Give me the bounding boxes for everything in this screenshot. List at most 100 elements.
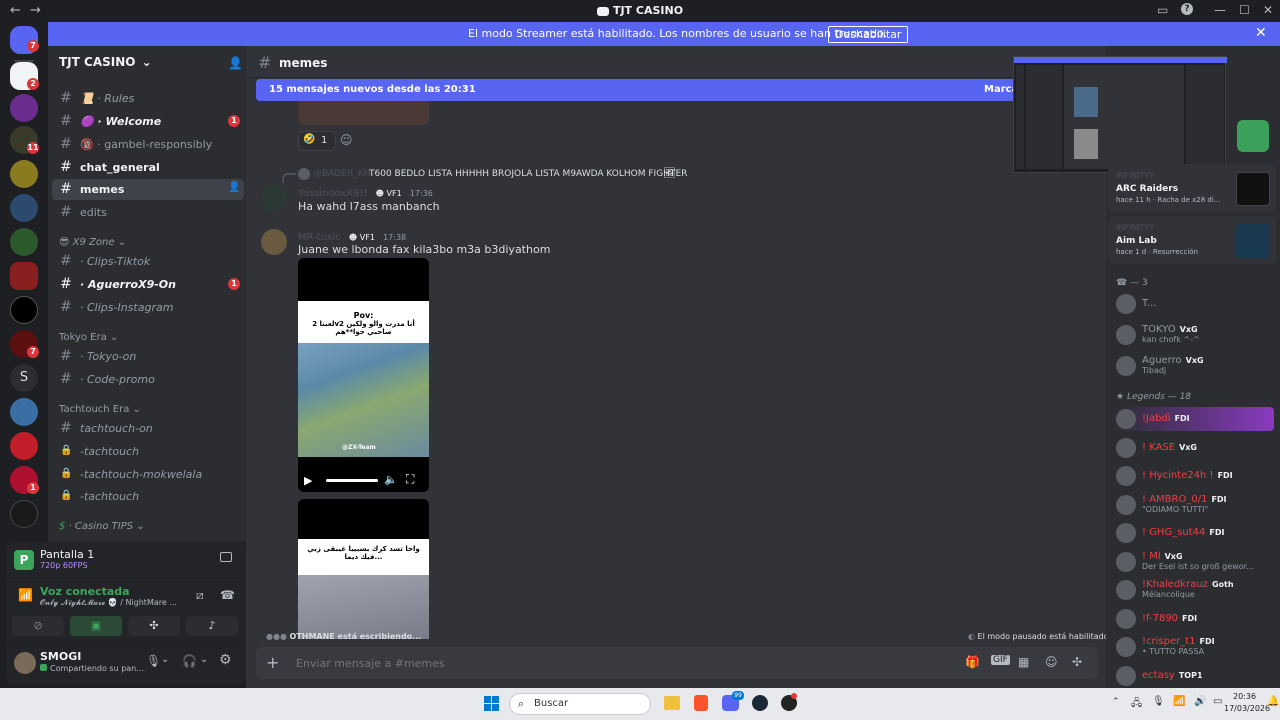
- stop-stream-icon[interactable]: [220, 552, 232, 562]
- soundboard-button[interactable]: ♪: [186, 616, 238, 636]
- channel-memes[interactable]: # memes 👤: [52, 179, 244, 200]
- chevron-down-icon[interactable]: ⌄: [200, 654, 208, 665]
- channel-tachtouch-mokwelala[interactable]: 🔒 -tachtouch-mokwelala: [52, 464, 244, 485]
- chevron-down-icon[interactable]: ⌄: [161, 654, 169, 665]
- server-icon[interactable]: [10, 398, 38, 426]
- channel-rules[interactable]: # 📜 · Rules: [52, 88, 244, 109]
- maximize-icon[interactable]: ☐: [1239, 3, 1250, 17]
- clock-date[interactable]: 17/03/2026: [1224, 704, 1270, 713]
- server-name-header[interactable]: TJT CASINO ⌄: [59, 55, 152, 69]
- clock-time[interactable]: 20:36: [1233, 692, 1256, 701]
- noise-suppression-icon[interactable]: ⧄: [196, 588, 204, 603]
- minimize-icon[interactable]: —: [1214, 3, 1226, 17]
- channel-edits[interactable]: # edits: [52, 202, 244, 223]
- member-row[interactable]: !f-7890 FDI: [1112, 607, 1274, 631]
- volume-icon[interactable]: 🔈: [384, 473, 398, 486]
- headphones-icon[interactable]: 🎧: [182, 654, 197, 668]
- server-icon[interactable]: [10, 94, 38, 122]
- message-author[interactable]: MR-toxic: [298, 232, 341, 243]
- wifi-icon[interactable]: 📶: [1173, 696, 1185, 707]
- microphone-icon[interactable]: 🎙: [146, 654, 161, 668]
- attach-plus-icon[interactable]: +: [266, 653, 279, 672]
- inbox-icon[interactable]: ▭: [1157, 3, 1168, 17]
- channel-welcome[interactable]: # 🟣 · Welcome 1: [52, 111, 244, 132]
- fullscreen-icon[interactable]: ⛶: [406, 472, 414, 487]
- activities-button[interactable]: ✣: [128, 616, 180, 636]
- category-tachtouch-era[interactable]: Tachtouch Era ⌄: [59, 404, 141, 415]
- channel-chat-general[interactable]: # chat_general: [52, 157, 244, 178]
- add-reaction-icon[interactable]: ☺: [340, 133, 353, 147]
- server-s-icon[interactable]: S: [10, 364, 38, 392]
- channel-aguerrox9-on[interactable]: # · AguerroX9-On 1: [52, 274, 244, 295]
- channel-code-promo[interactable]: # · Code-promo: [52, 369, 244, 390]
- screen-share-button[interactable]: ▣: [70, 616, 122, 636]
- server-icon[interactable]: [10, 432, 38, 460]
- banner-close-icon[interactable]: ✕: [1255, 25, 1267, 41]
- member-row[interactable]: !crisper_t1 FDI • TUTTO PASSA: [1112, 635, 1274, 659]
- video-attachment[interactable]: واخا تسد كرك بسبيبا غيبقى زبي فيك ديما..…: [298, 499, 429, 639]
- settings-gear-icon[interactable]: ⚙: [219, 652, 232, 668]
- member-row[interactable]: !Khaledkrauz Goth Mélancolique: [1112, 578, 1274, 602]
- disconnect-icon[interactable]: ☎: [220, 588, 235, 602]
- member-row[interactable]: Aguerro VxG Tibadj: [1112, 354, 1274, 378]
- network-icon[interactable]: 🖧: [1131, 696, 1142, 713]
- apps-icon[interactable]: ✣: [1072, 655, 1082, 669]
- battery-icon[interactable]: ▭: [1213, 696, 1222, 707]
- chevron-up-icon[interactable]: ⌃: [1112, 697, 1120, 707]
- volume-slider[interactable]: [326, 479, 378, 482]
- activity-card[interactable]: INFINITYY Aim Lab hace 1 d · Resurrecció…: [1108, 216, 1276, 264]
- activity-card[interactable]: INFINITYY ARC Raiders hace 11 h · Racha …: [1108, 164, 1276, 212]
- stream-preview-icon[interactable]: P: [14, 550, 34, 570]
- message-input[interactable]: [296, 654, 916, 672]
- member-row[interactable]: T...: [1112, 292, 1274, 316]
- invite-icon[interactable]: 👤: [228, 182, 240, 193]
- server-icon[interactable]: [10, 296, 38, 324]
- steam-icon[interactable]: [752, 695, 768, 711]
- member-row[interactable]: ! GHG_sut44 FDI: [1112, 521, 1274, 545]
- reaction-button[interactable]: 🤣 1: [298, 131, 336, 151]
- help-icon[interactable]: ?: [1181, 3, 1193, 15]
- brave-icon[interactable]: [694, 695, 708, 711]
- stream-preview[interactable]: [1013, 56, 1227, 173]
- channel-tachtouch-on[interactable]: # tachtouch-on: [52, 418, 244, 439]
- emoji-icon[interactable]: ☺: [1045, 655, 1058, 669]
- avatar[interactable]: [261, 229, 287, 255]
- sticker-icon[interactable]: ▦: [1018, 655, 1029, 669]
- volume-icon[interactable]: 🔊: [1194, 696, 1206, 707]
- server-icon[interactable]: [10, 194, 38, 222]
- avatar[interactable]: [14, 652, 36, 674]
- channel-tachtouch-locked[interactable]: 🔒 -tachtouch: [52, 441, 244, 462]
- member-row[interactable]: ! AMBRO_0/1 FDI "ODIAMO TUTTI": [1112, 493, 1274, 517]
- gift-icon[interactable]: 🎁: [965, 655, 980, 669]
- disable-streamer-button[interactable]: Deshabilitar: [828, 26, 909, 43]
- add-member-icon[interactable]: 👤: [228, 56, 243, 70]
- taskbar-search[interactable]: ⌕ Buscar: [509, 693, 651, 715]
- attachment-image[interactable]: [298, 101, 429, 125]
- member-row[interactable]: ! Ml VxG Der Esel ist so groß gewor...: [1112, 550, 1274, 574]
- notification-bell-icon[interactable]: 🔔: [1267, 696, 1279, 707]
- member-row[interactable]: ! KASE VxG: [1112, 436, 1274, 460]
- member-row[interactable]: ectasy TOP1: [1112, 664, 1274, 688]
- reply-author[interactable]: @BADER_KH: [313, 169, 370, 179]
- close-icon[interactable]: ✕: [1263, 3, 1273, 17]
- message-author[interactable]: YassinooxX9!!: [298, 188, 367, 199]
- microphone-icon[interactable]: 🎙: [1152, 696, 1165, 707]
- server-icon[interactable]: [10, 262, 38, 290]
- server-icon[interactable]: [10, 160, 38, 188]
- category-casino-tips[interactable]: $ · Casino TIPS ⌄: [59, 521, 145, 532]
- video-attachment[interactable]: Pov: لعبنا 2v2 أنا مدرت والو ولكين صاحبي…: [298, 258, 429, 492]
- new-messages-bar[interactable]: 15 mensajes nuevos desde las 20:31 Marca…: [256, 79, 1026, 101]
- member-row[interactable]: ! Hycinte24h ! FDI: [1112, 464, 1274, 488]
- channel-tokyo-on[interactable]: # · Tokyo-on: [52, 346, 244, 367]
- reply-text[interactable]: T600 BEDLO LISTA HHHHH BROJOLA LISTA M9A…: [369, 169, 687, 179]
- member-row[interactable]: !Jabdi FDI: [1112, 407, 1274, 431]
- file-explorer-icon[interactable]: [664, 696, 680, 710]
- category-x9-zone[interactable]: 😎 X9 Zone ⌄: [59, 237, 126, 248]
- play-icon[interactable]: ▶: [304, 474, 312, 487]
- server-icon[interactable]: [10, 500, 38, 528]
- gif-icon[interactable]: GIF: [991, 655, 1010, 665]
- camera-off-button[interactable]: ⊘: [12, 616, 64, 636]
- channel-clips-tiktok[interactable]: # · Clips-Tiktok: [52, 251, 244, 272]
- windows-start-icon[interactable]: [484, 696, 500, 712]
- server-icon[interactable]: [10, 228, 38, 256]
